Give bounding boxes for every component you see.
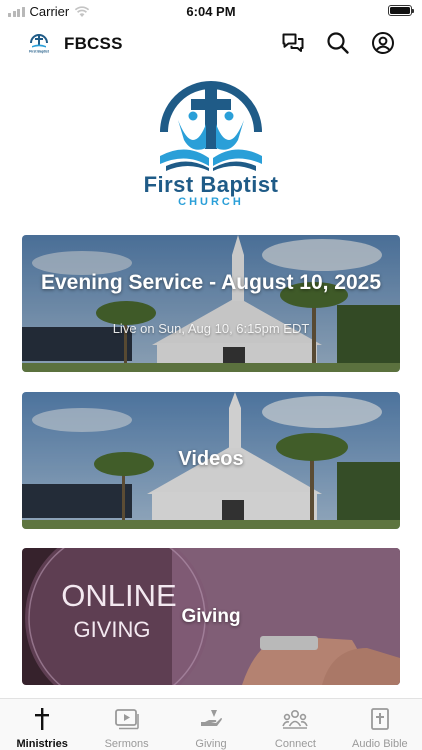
profile-button[interactable] bbox=[370, 30, 396, 56]
header-logo-caption: First Baptist bbox=[29, 50, 50, 54]
tab-label: Sermons bbox=[104, 738, 149, 750]
account-icon bbox=[372, 32, 394, 54]
online-image-text: ONLINE bbox=[61, 578, 176, 613]
church-logo-small-icon: First Baptist bbox=[29, 34, 50, 54]
giving-hand-icon bbox=[201, 710, 222, 726]
evening-service-card[interactable]: Evening Service - August 10, 2025 Live o… bbox=[22, 235, 400, 372]
tab-giving[interactable]: Giving bbox=[169, 699, 253, 750]
church-name: First Baptist bbox=[143, 172, 279, 197]
tab-label: Audio Bible bbox=[352, 738, 408, 750]
church-subname: CHURCH bbox=[178, 196, 244, 208]
video-play-icon bbox=[114, 709, 139, 730]
tab-label: Ministries bbox=[16, 738, 68, 750]
app-title: FBCSS bbox=[64, 34, 123, 53]
tab-sermons[interactable]: Sermons bbox=[84, 699, 168, 750]
giving-image-text: GIVING bbox=[73, 617, 150, 642]
tab-connect[interactable]: Connect bbox=[253, 699, 337, 750]
tab-ministries[interactable]: Ministries bbox=[0, 699, 84, 750]
church-photo bbox=[22, 235, 400, 372]
clock: 6:04 PM bbox=[186, 4, 236, 19]
search-button[interactable] bbox=[325, 30, 351, 56]
tab-label: Connect bbox=[274, 738, 316, 750]
card-title: Evening Service - August 10, 2025 bbox=[40, 271, 382, 294]
card-subtitle: Live on Sun, Aug 10, 6:15pm EDT bbox=[112, 321, 310, 336]
tab-audio-bible[interactable]: Audio Bible bbox=[338, 699, 422, 750]
chat-bubbles-icon bbox=[282, 33, 304, 52]
status-bar: Carrier 6:04 PM bbox=[0, 0, 422, 22]
people-group-icon bbox=[282, 709, 309, 729]
battery-icon bbox=[388, 5, 414, 16]
tab-bar: Ministries Sermons Giving Connect Audio … bbox=[0, 698, 422, 750]
app-header: First Baptist FBCSS bbox=[0, 24, 422, 62]
tab-label: Giving bbox=[195, 738, 227, 750]
videos-card[interactable]: Videos bbox=[22, 392, 400, 529]
search-icon bbox=[327, 32, 349, 54]
messages-button[interactable] bbox=[280, 30, 306, 56]
bible-icon bbox=[370, 708, 389, 730]
card-title: Giving bbox=[181, 606, 241, 627]
cross-icon bbox=[35, 708, 50, 730]
giving-card[interactable]: ONLINE GIVING Giving bbox=[22, 548, 400, 685]
card-title: Videos bbox=[178, 448, 244, 470]
